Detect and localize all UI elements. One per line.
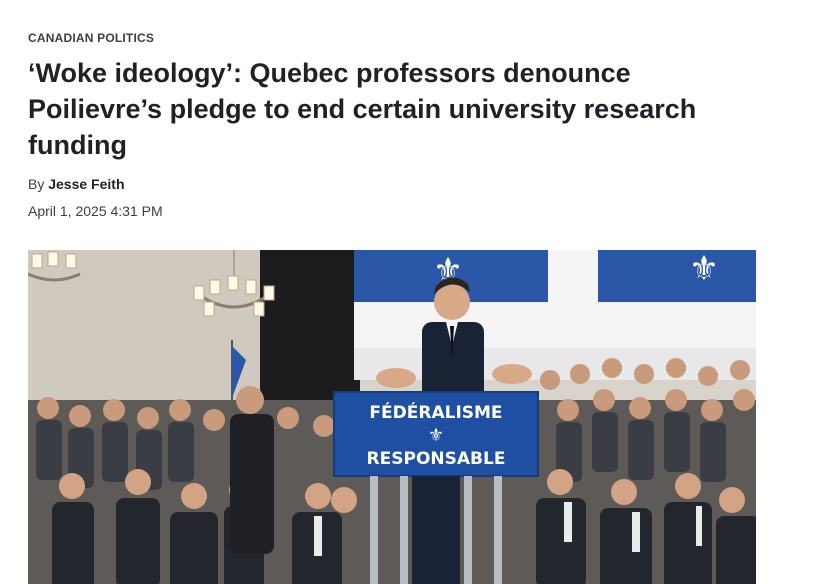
section-link[interactable]: CANADIAN POLITICS: [28, 31, 154, 45]
lead-photo: ⚜ ⚜ FÉDÉRALISME ⚜ RESPONSABLE: [28, 250, 756, 584]
byline-prefix: By: [28, 176, 45, 192]
article-headline: ‘Woke ideology’: Quebec professors denou…: [28, 58, 697, 160]
lead-photo-illustration: ⚜ ⚜ FÉDÉRALISME ⚜ RESPONSABLE: [28, 250, 756, 584]
publish-date: April 1, 2025 4:31 PM: [28, 203, 163, 219]
byline: By Jesse Feith: [28, 176, 125, 192]
fleur-de-lis-icon: ⚜: [689, 250, 719, 288]
fleur-de-lis-icon: ⚜: [428, 425, 444, 445]
author-link[interactable]: Jesse Feith: [48, 176, 124, 192]
quebec-flag: ⚜ ⚜: [354, 250, 756, 380]
podium-sign-line1: FÉDÉRALISME: [369, 401, 502, 423]
podium-sign-line2: RESPONSABLE: [367, 449, 506, 469]
